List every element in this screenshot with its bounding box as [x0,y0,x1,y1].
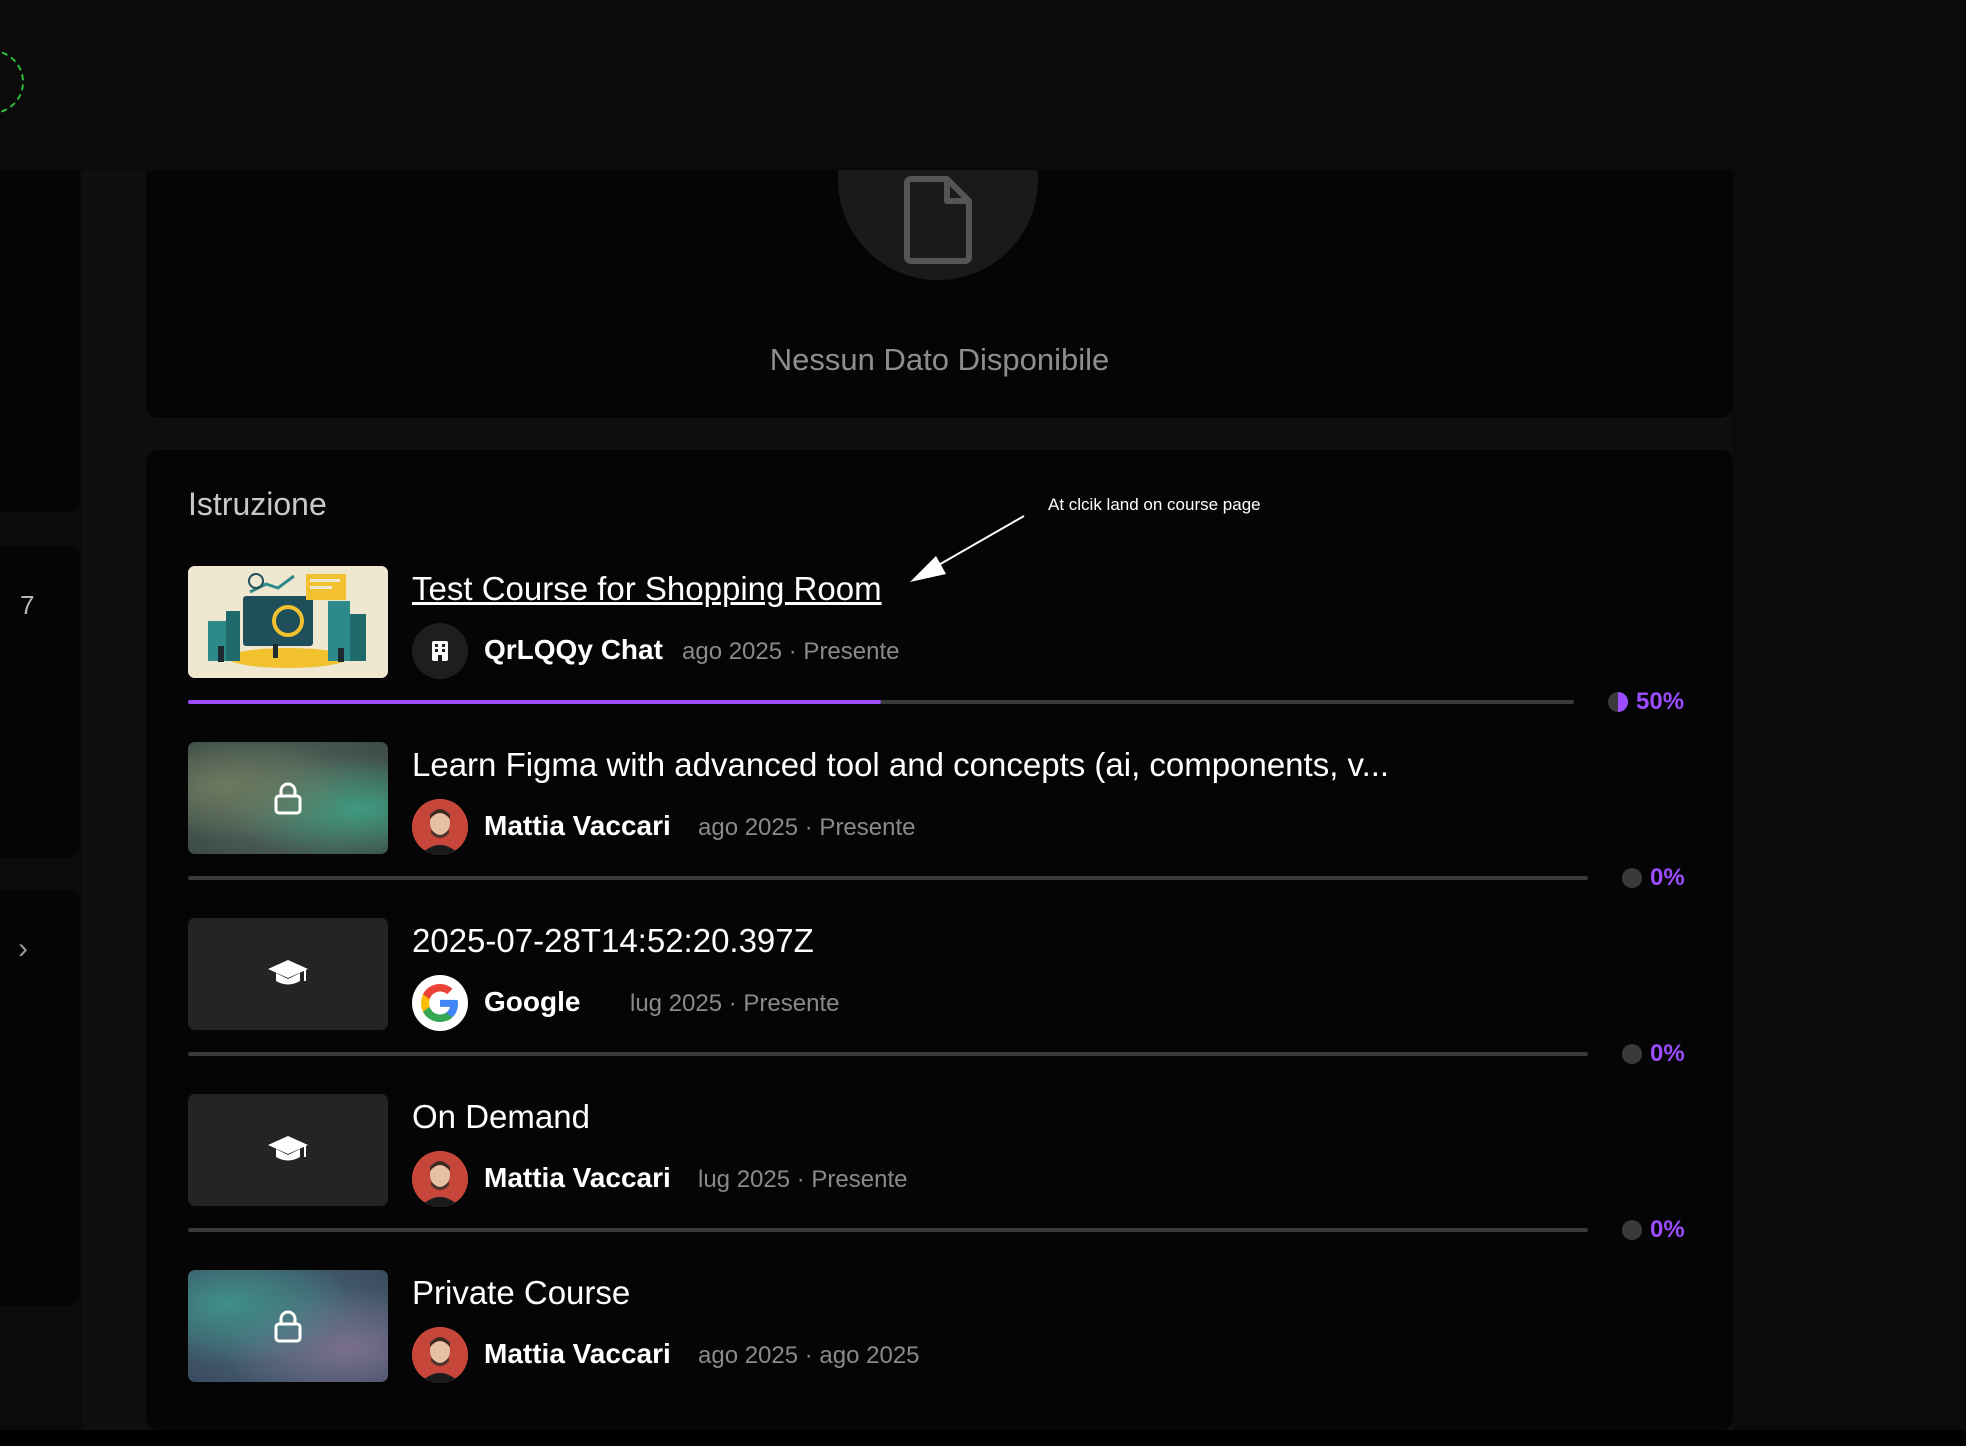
course-illustration [188,566,388,678]
building-icon [432,641,448,661]
org-avatar [412,623,468,679]
course-item[interactable]: Learn Figma with advanced tool and conce… [188,742,1688,918]
course-title[interactable]: Private Course [412,1274,630,1312]
instructor-avatar [412,799,468,855]
course-thumbnail[interactable] [188,1094,388,1206]
education-card: Istruzione At clcik land on course page [146,450,1733,1430]
graduation-cap-icon [268,960,308,985]
course-dates: lug 2025 · Presente [698,1166,908,1193]
course-title[interactable]: 2025-07-28T14:52:20.397Z [412,922,814,960]
progress-empty-icon [1622,1220,1642,1240]
course-item[interactable]: On Demand Mattia Vaccari lug 2025 · Pres… [188,1094,1688,1270]
progress-percent: 50% [1636,688,1685,715]
sidebar-card-2: 7 [0,546,80,858]
instructor-name: Mattia Vaccari [484,1338,671,1369]
course-thumbnail[interactable] [188,566,388,678]
progress-bar [188,1228,1588,1232]
document-icon [904,176,972,264]
course-title[interactable]: On Demand [412,1098,590,1136]
lock-icon [274,1310,302,1343]
progress-percent: 0% [1650,864,1685,891]
person-avatar-icon [412,1151,468,1207]
sidebar-card-number: 7 [20,590,35,620]
course-thumbnail[interactable] [188,742,388,854]
course-dates: ago 2025 · Presente [682,638,900,665]
loading-spinner-icon [0,50,24,114]
progress-fill [188,700,881,704]
progress-bar [188,876,1588,880]
instructor-name: Mattia Vaccari [484,810,671,841]
course-thumbnail[interactable] [188,918,388,1030]
progress-bar [188,700,1574,704]
top-bar [0,0,1966,170]
course-dates: lug 2025 · Presente [630,990,840,1017]
progress-half-icon [1608,692,1628,712]
empty-state-card: Nessun Dato Disponibile [146,80,1733,418]
progress-empty-icon [1622,868,1642,888]
org-name: Google [484,986,581,1017]
progress-percent: 0% [1650,1216,1685,1243]
progress-empty-icon [1622,1044,1642,1064]
google-logo-icon [421,984,458,1022]
sidebar-card-3: › [0,890,80,1306]
org-name: QrLQQy Chat [484,634,663,665]
person-avatar-icon [412,1327,468,1383]
course-dates: ago 2025 · Presente [698,814,916,841]
instructor-avatar [412,1327,468,1383]
progress-percent: 0% [1650,1040,1685,1067]
chevron-right-icon[interactable]: › [18,932,28,966]
course-title[interactable]: Learn Figma with advanced tool and conce… [412,746,1389,784]
course-title-link[interactable]: Test Course for Shopping Room [412,570,882,608]
instructor-avatar [412,1151,468,1207]
course-item[interactable]: 2025-07-28T14:52:20.397Z Google lug 2025… [188,918,1688,1094]
course-dates: ago 2025 · ago 2025 [698,1342,920,1369]
graduation-cap-icon [268,1136,308,1161]
course-thumbnail[interactable] [188,1270,388,1382]
course-item[interactable]: Test Course for Shopping Room QrLQQy Cha… [188,566,1688,742]
person-avatar-icon [412,799,468,855]
course-item[interactable]: Private Course Mattia Vaccari ago 2025 ·… [188,1270,1688,1446]
empty-state-message: Nessun Dato Disponibile [769,342,1110,377]
lock-icon [274,782,302,815]
progress-bar [188,1052,1588,1056]
org-avatar [412,975,468,1031]
sidebar-card-1 [0,140,80,512]
instructor-name: Mattia Vaccari [484,1162,671,1193]
